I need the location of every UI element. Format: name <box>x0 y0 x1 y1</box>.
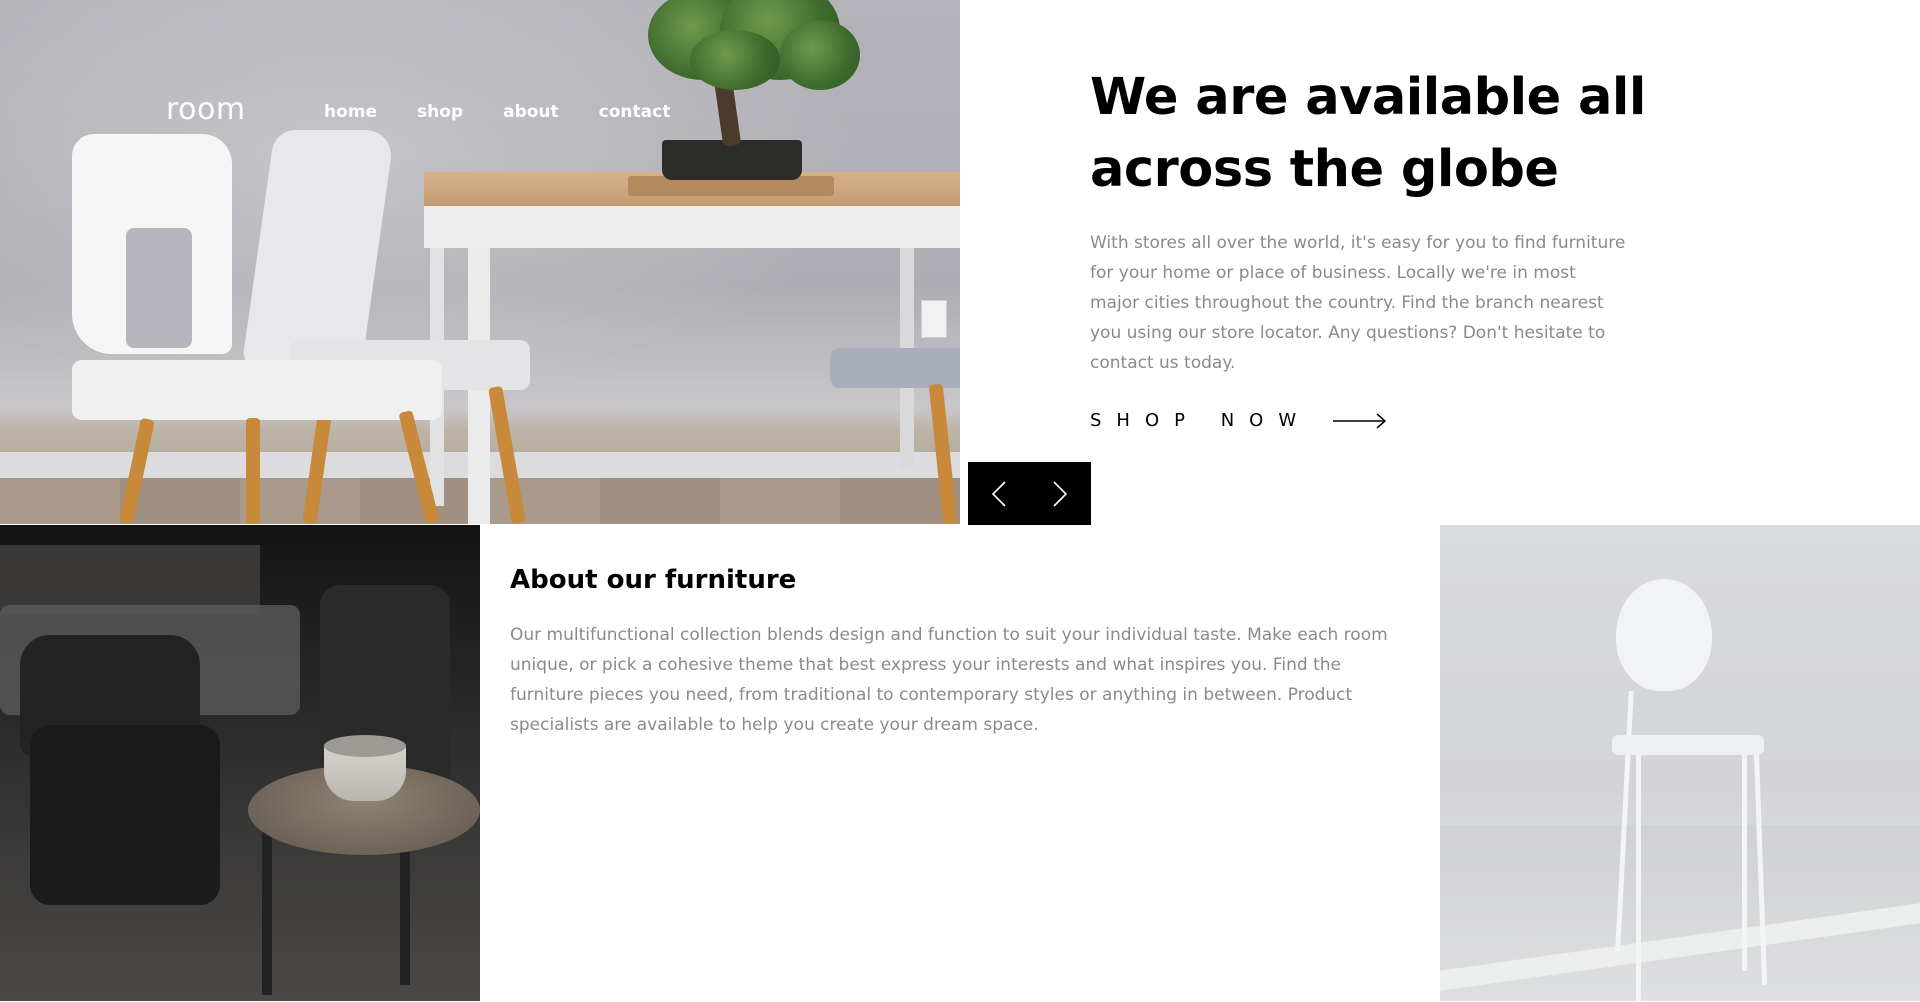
nav-link-home[interactable]: home <box>324 102 377 122</box>
nav-link-contact[interactable]: contact <box>599 102 671 122</box>
hero-description: With stores all over the world, it's eas… <box>1090 233 1626 373</box>
wall-switch <box>921 300 947 338</box>
slider-prev-button[interactable] <box>968 462 1030 525</box>
chevron-right-icon <box>1053 480 1068 507</box>
main-nav: home shop about contact <box>324 102 670 122</box>
dark-furniture-image <box>0 525 480 1002</box>
arrow-right-icon <box>1333 412 1387 429</box>
nav-link-about[interactable]: about <box>503 102 559 122</box>
about-title: About our furniture <box>510 565 797 595</box>
logo[interactable]: room <box>166 92 246 127</box>
chevron-left-icon <box>991 480 1006 507</box>
slider-next-button[interactable] <box>1030 462 1092 525</box>
hero-image <box>0 0 960 524</box>
shop-now-button[interactable]: SHOP NOW <box>1090 410 1387 431</box>
hero-title-line-2: across the globe <box>1090 140 1559 199</box>
hero-title-line-1: We are available all <box>1090 68 1646 127</box>
about-text: Our multifunctional collection blends de… <box>510 625 1388 735</box>
light-chair-image <box>1440 525 1920 1002</box>
nav-link-shop[interactable]: shop <box>417 102 463 122</box>
slider-controls <box>968 462 1091 525</box>
shop-now-label: SHOP NOW <box>1090 410 1312 431</box>
hero-title: We are available all across the globe <box>1090 62 1650 206</box>
